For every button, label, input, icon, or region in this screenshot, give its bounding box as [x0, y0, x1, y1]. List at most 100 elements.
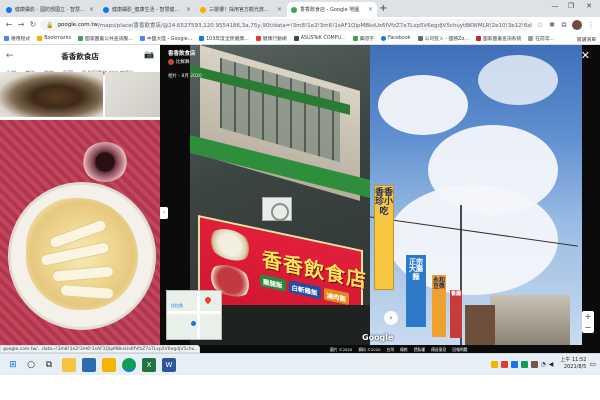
excel-icon[interactable]: X [142, 358, 156, 372]
windows-start-icon[interactable]: ⊞ [6, 358, 20, 372]
lock-icon[interactable]: 🔒 [46, 22, 53, 29]
facebook-icon [381, 36, 387, 41]
tab-favicon [200, 6, 206, 13]
file-explorer-icon[interactable] [62, 358, 76, 372]
map-road [167, 311, 221, 314]
street-view-viewer[interactable]: 香香飲食店 雞腿飯 白斬雞飯 滷肉飯 香香珍小吃 正宗大腸麵 永和豆漿 餐廳 香… [160, 45, 600, 345]
browser-tab-4[interactable]: 香香飲食店 - Google 地圖 × [287, 2, 377, 17]
search-icon[interactable]: ○ [24, 358, 38, 372]
bookmark-item[interactable]: 應用程式 [4, 35, 30, 42]
vertical-shop-sign: 香香珍小吃 [374, 185, 394, 290]
address-bar[interactable]: 🔒 google.com.tw /maps/place/香香飲食店/@24.65… [40, 19, 532, 31]
bookmark-label: 公司登入 - 國務Zo... [424, 37, 469, 42]
cloud [378, 75, 468, 135]
minimize-icon[interactable]: — [548, 2, 562, 10]
task-view-icon[interactable]: ⧉ [42, 358, 56, 372]
author-name: 比鮮舞 [176, 60, 190, 65]
forward-icon[interactable]: → [15, 19, 27, 31]
page-background [0, 375, 600, 400]
food-photo-thumbnail[interactable] [0, 72, 103, 117]
minimap[interactable]: 拉拉角 [166, 290, 222, 340]
tab-close-icon[interactable]: × [368, 6, 373, 13]
extensions-icon[interactable]: ✱ [547, 20, 557, 30]
distant-building [490, 295, 570, 345]
close-street-view-icon[interactable]: ✕ [581, 49, 590, 62]
bookmark-label: 中國大陸 - Google... [146, 37, 193, 42]
distant-building [465, 305, 495, 345]
tray-app-icon[interactable] [500, 360, 508, 368]
bookmark-label: 103年度全民健康... [206, 37, 249, 42]
url-host: google.com.tw [57, 22, 99, 28]
word-icon[interactable]: W [162, 358, 176, 372]
reading-list[interactable]: 閱讀清單 [577, 36, 596, 43]
bookmark-item[interactable]: 國家圖書查詢系統 [475, 35, 521, 42]
food-photo-thumbnail[interactable] [105, 72, 160, 117]
site-icon [417, 36, 423, 41]
map-road [197, 291, 200, 339]
browser-tab-1[interactable]: 健康攝影 - 國防部國立 - 智慧健康行動 × [2, 2, 98, 17]
volume-icon[interactable]: ◀ [549, 361, 554, 368]
tray-app-icon[interactable] [520, 360, 528, 368]
site-icon [352, 36, 358, 41]
bookmark-item[interactable]: ASUSTeK COMPU... [293, 36, 346, 41]
profile-avatar[interactable] [572, 20, 582, 30]
chicken-photo-thumbnail[interactable] [0, 120, 160, 345]
add-photo-icon[interactable]: 📷 [144, 50, 154, 59]
bookmark-item[interactable]: Bookmarks [37, 36, 71, 41]
tray-app-icon[interactable] [490, 360, 498, 368]
bookmark-item[interactable]: 中國大陸 - Google... [139, 35, 193, 42]
puzzle-icon[interactable]: ⧉ [559, 20, 569, 30]
clock-time: 上午 11:52 [560, 357, 587, 363]
system-tray: ◔ ◀ 上午 11:52 2021/8/5 ▭ [490, 357, 596, 371]
site-icon [475, 36, 481, 41]
vertical-shop-sign: 正宗大腸麵 [406, 255, 426, 327]
bookmark-item[interactable]: Facebook [381, 36, 411, 41]
bookmark-item[interactable]: 公司登入 - 國務Zo... [417, 35, 469, 42]
tray-app-icon[interactable] [510, 360, 518, 368]
new-tab-button[interactable]: + [379, 3, 387, 15]
bookmark-label: 應用程式 [11, 37, 31, 42]
notification-icon[interactable]: ▭ [589, 360, 596, 368]
browser-tab-2[interactable]: 健康攝影_健康生活 - 智慧健康行動 × [99, 2, 195, 17]
chrome-icon[interactable] [122, 358, 136, 372]
more-options-icon[interactable]: ⋮ [206, 48, 212, 55]
maximize-icon[interactable]: ❐ [564, 2, 578, 10]
tab-favicon [6, 6, 12, 13]
tab-close-icon[interactable]: × [277, 6, 282, 13]
status-url: google.com.tw/...data=!3m8!1e2!3m6!1sAF1… [0, 345, 200, 353]
taskbar-clock[interactable]: 上午 11:52 2021/8/5 [560, 357, 586, 371]
bookmark-label: 在前常... [535, 37, 555, 42]
tray-app-icon[interactable] [530, 360, 538, 368]
bookmark-item[interactable]: 健康行動網 [255, 35, 287, 42]
bookmarks-bar: 應用程式 Bookmarks 國家圖書公共查詢服... 中國大陸 - Googl… [0, 33, 600, 45]
close-window-icon[interactable]: ✕ [582, 2, 596, 10]
windows-taskbar: ⊞ ○ ⧉ X W ◔ ◀ 上午 11:52 2021/8/5 ▭ [0, 353, 600, 375]
bookmark-item[interactable]: 國家圖書公共查詢服... [78, 35, 133, 42]
browser-toolbar: ← → ↻ 🔒 google.com.tw /maps/place/香香飲食店/… [0, 17, 600, 33]
navigate-arrow-icon[interactable]: › [384, 311, 398, 325]
tab-label: 三層樓！採用官方觀光旅遊網 [209, 7, 274, 13]
bookmark-star-icon[interactable]: ☆ [535, 20, 545, 30]
tab-close-icon[interactable]: × [89, 6, 94, 13]
store-icon[interactable] [82, 358, 96, 372]
site-icon [528, 36, 534, 41]
bookmark-item[interactable]: 藥證字 [352, 35, 374, 42]
zoom-control[interactable]: + − [582, 311, 594, 333]
wifi-icon[interactable]: ◔ [541, 361, 546, 368]
bookmark-item[interactable]: 103年度全民健康... [199, 35, 249, 42]
collapse-panel-button[interactable]: ‹ [160, 207, 168, 219]
browser-tab-3[interactable]: 三層樓！採用官方觀光旅遊網 × [196, 2, 286, 17]
tab-favicon [103, 6, 109, 13]
tab-label: 健康攝影_健康生活 - 智慧健康行動 [112, 7, 183, 13]
reload-icon[interactable]: ↻ [27, 19, 39, 31]
app-icon[interactable] [102, 358, 116, 372]
bookmark-item[interactable]: 在前常... [528, 35, 554, 42]
back-icon[interactable]: ← [3, 19, 15, 31]
menu-kebab-icon[interactable]: ⋮ [586, 20, 596, 30]
zoom-in-icon[interactable]: + [582, 311, 594, 322]
bookmark-label: 國家圖書公共查詢服... [85, 37, 133, 42]
zoom-out-icon[interactable]: − [582, 322, 594, 333]
bookmark-label: 健康行動網 [262, 37, 287, 42]
tab-close-icon[interactable]: × [186, 6, 191, 13]
sv-author[interactable]: 比鮮舞 [168, 59, 218, 65]
